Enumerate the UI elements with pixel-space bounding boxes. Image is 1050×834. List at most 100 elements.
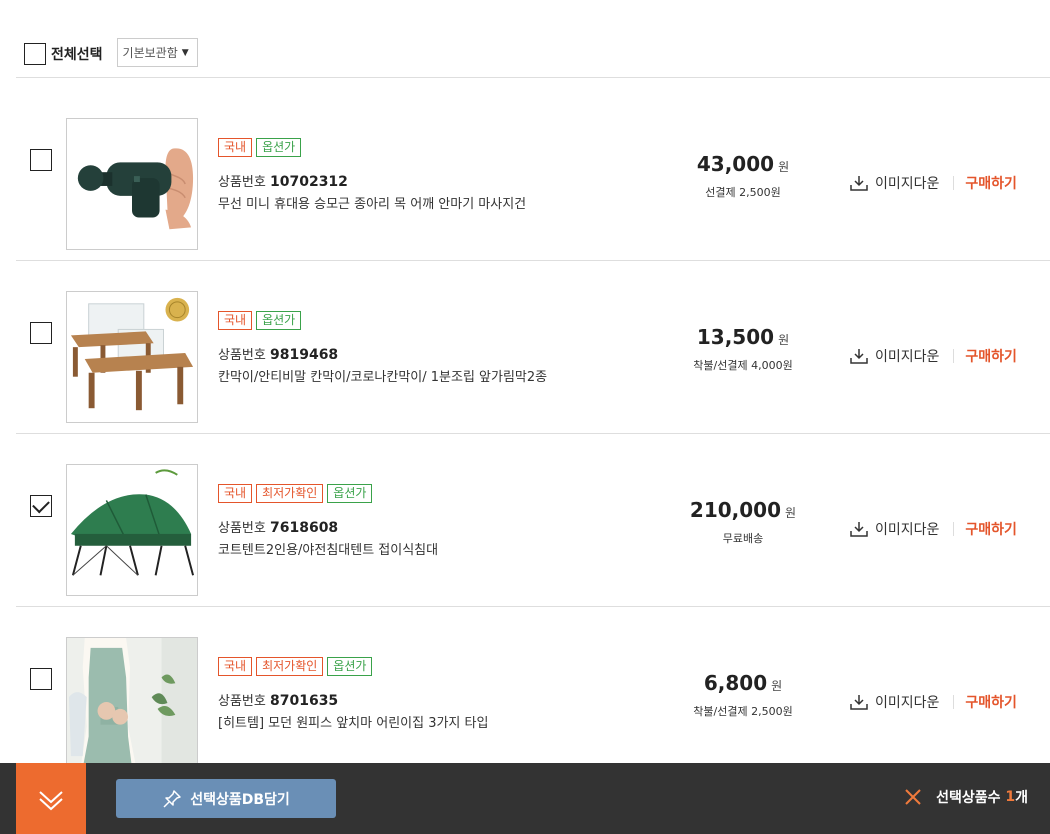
product-code-label: 상품번호 xyxy=(218,521,266,536)
image-download-button[interactable]: 이미지다운 xyxy=(850,346,939,366)
storage-select[interactable]: 기본보관함 ▼ xyxy=(116,38,198,67)
shipping-info: 선결제 2,500원 xyxy=(705,186,781,199)
product-code-label: 상품번호 xyxy=(218,175,266,190)
product-image[interactable] xyxy=(66,118,198,250)
buy-button[interactable]: 구매하기 xyxy=(965,173,1017,193)
price-box: 13,500 원 착불/선결제 4,000원 xyxy=(668,325,818,373)
shipping-info: 착불/선결제 2,500원 xyxy=(693,705,793,718)
buy-button[interactable]: 구매하기 xyxy=(965,519,1017,539)
collapse-button[interactable] xyxy=(16,763,86,834)
double-chevron-down-icon xyxy=(39,790,63,810)
product-tag: 최저가확인 xyxy=(256,484,324,503)
add-to-db-button[interactable]: 선택상품DB담기 xyxy=(116,779,336,818)
product-row: 국내 옵션가 상품번호 10702312 무선 미니 휴대용 승모근 종아리 목 … xyxy=(16,88,1050,261)
product-tag: 옵션가 xyxy=(327,484,373,503)
price-value: 13,500 xyxy=(696,325,775,349)
product-code-value: 7618608 xyxy=(269,520,339,536)
product-row: 국내 최저가확인 옵션가 상품번호 7618608 코트텐트2인용/야전침대텐트 접… xyxy=(16,434,1050,607)
product-code-value: 9819468 xyxy=(269,347,339,363)
chevron-down-icon: ▼ xyxy=(181,47,189,58)
product-photo xyxy=(67,465,197,595)
image-download-label: 이미지다운 xyxy=(875,176,940,192)
product-name[interactable]: 무선 미니 휴대용 승모근 종아리 목 어깨 안마기 마사지건 xyxy=(218,193,526,212)
price-unit: 원 xyxy=(778,333,790,347)
product-tag: 국내 xyxy=(218,311,253,330)
product-tags: 국내 최저가확인 옵션가 xyxy=(218,484,373,503)
product-name[interactable]: [히트템] 모던 원피스 앞치마 어린이집 3가지 타입 xyxy=(218,712,488,731)
row-checkbox[interactable] xyxy=(30,495,52,517)
product-code: 상품번호 8701635 xyxy=(218,690,338,709)
buy-button[interactable]: 구매하기 xyxy=(965,346,1017,366)
row-actions: 이미지다운 구매하기 xyxy=(850,346,1017,366)
bottom-action-bar: 선택상품DB담기 선택상품수 1개 xyxy=(0,763,1050,834)
storage-select-value: 기본보관함 xyxy=(122,46,178,60)
product-name[interactable]: 칸막이/안티비말 칸막이/코로나칸막이/ 1분조립 앞가림막2종 xyxy=(218,366,547,385)
download-icon xyxy=(850,695,868,710)
product-tag: 옵션가 xyxy=(327,657,373,676)
product-name[interactable]: 코트텐트2인용/야전침대텐트 접이식침대 xyxy=(218,539,438,558)
price-unit: 원 xyxy=(785,506,797,520)
price-box: 43,000 원 선결제 2,500원 xyxy=(668,152,818,200)
product-code-value: 10702312 xyxy=(269,174,348,190)
product-tags: 국내 최저가확인 옵션가 xyxy=(218,657,373,676)
price: 13,500 원 xyxy=(668,325,818,349)
product-tags: 국내 옵션가 xyxy=(218,138,302,157)
row-checkbox[interactable] xyxy=(30,668,52,690)
product-row: 국내 최저가확인 옵션가 상품번호 8701635 [히트템] 모던 원피스 앞치마… xyxy=(16,607,1050,780)
price: 43,000 원 xyxy=(668,152,818,176)
row-actions: 이미지다운 구매하기 xyxy=(850,519,1017,539)
product-tag: 국내 xyxy=(218,484,253,503)
shipping-info: 착불/선결제 4,000원 xyxy=(693,359,793,372)
image-download-button[interactable]: 이미지다운 xyxy=(850,692,939,712)
selected-count-unit: 개 xyxy=(1015,790,1028,806)
selected-count-label: 선택상품수 xyxy=(936,790,1001,806)
product-code: 상품번호 7618608 xyxy=(218,517,338,536)
image-download-button[interactable]: 이미지다운 xyxy=(850,519,939,539)
divider xyxy=(953,176,955,190)
select-all-label: 전체선택 xyxy=(51,47,103,63)
product-tag: 옵션가 xyxy=(256,138,302,157)
select-all-checkbox[interactable]: 전체선택 xyxy=(24,43,103,65)
price-unit: 원 xyxy=(771,679,783,693)
product-code: 상품번호 10702312 xyxy=(218,171,348,190)
product-tags: 국내 옵션가 xyxy=(218,311,302,330)
divider xyxy=(953,522,955,536)
image-download-button[interactable]: 이미지다운 xyxy=(850,173,939,193)
product-tag: 최저가확인 xyxy=(256,657,324,676)
image-download-label: 이미지다운 xyxy=(875,349,940,365)
download-icon xyxy=(850,176,868,191)
product-tag: 옵션가 xyxy=(256,311,302,330)
pin-icon xyxy=(163,789,181,808)
download-icon xyxy=(850,522,868,537)
download-icon xyxy=(850,349,868,364)
image-download-label: 이미지다운 xyxy=(875,522,940,538)
price-value: 6,800 xyxy=(703,671,768,695)
product-row: 국내 옵션가 상품번호 9819468 칸막이/안티비말 칸막이/코로나칸막이/ … xyxy=(16,261,1050,434)
product-photo xyxy=(67,119,197,249)
product-tag: 국내 xyxy=(218,138,253,157)
product-code-label: 상품번호 xyxy=(218,694,266,709)
price-box: 6,800 원 착불/선결제 2,500원 xyxy=(668,671,818,719)
row-actions: 이미지다운 구매하기 xyxy=(850,173,1017,193)
product-image[interactable] xyxy=(66,464,198,596)
divider xyxy=(953,349,955,363)
shipping-info: 무료배송 xyxy=(722,532,764,545)
checkbox-box[interactable] xyxy=(24,43,46,65)
add-to-db-label: 선택상품DB담기 xyxy=(190,791,290,808)
product-photo xyxy=(67,292,197,422)
list-toolbar: 전체선택 기본보관함 ▼ xyxy=(16,37,1050,77)
row-actions: 이미지다운 구매하기 xyxy=(850,692,1017,712)
row-checkbox[interactable] xyxy=(30,322,52,344)
product-image[interactable] xyxy=(66,637,198,769)
price-box: 210,000 원 무료배송 xyxy=(668,498,818,546)
close-icon[interactable] xyxy=(904,788,922,806)
price-unit: 원 xyxy=(778,160,790,174)
image-download-label: 이미지다운 xyxy=(875,695,940,711)
row-checkbox[interactable] xyxy=(30,149,52,171)
product-code-label: 상품번호 xyxy=(218,348,266,363)
buy-button[interactable]: 구매하기 xyxy=(965,692,1017,712)
price: 210,000 원 xyxy=(668,498,818,522)
product-code: 상품번호 9819468 xyxy=(218,344,338,363)
divider xyxy=(16,77,1050,78)
product-image[interactable] xyxy=(66,291,198,423)
